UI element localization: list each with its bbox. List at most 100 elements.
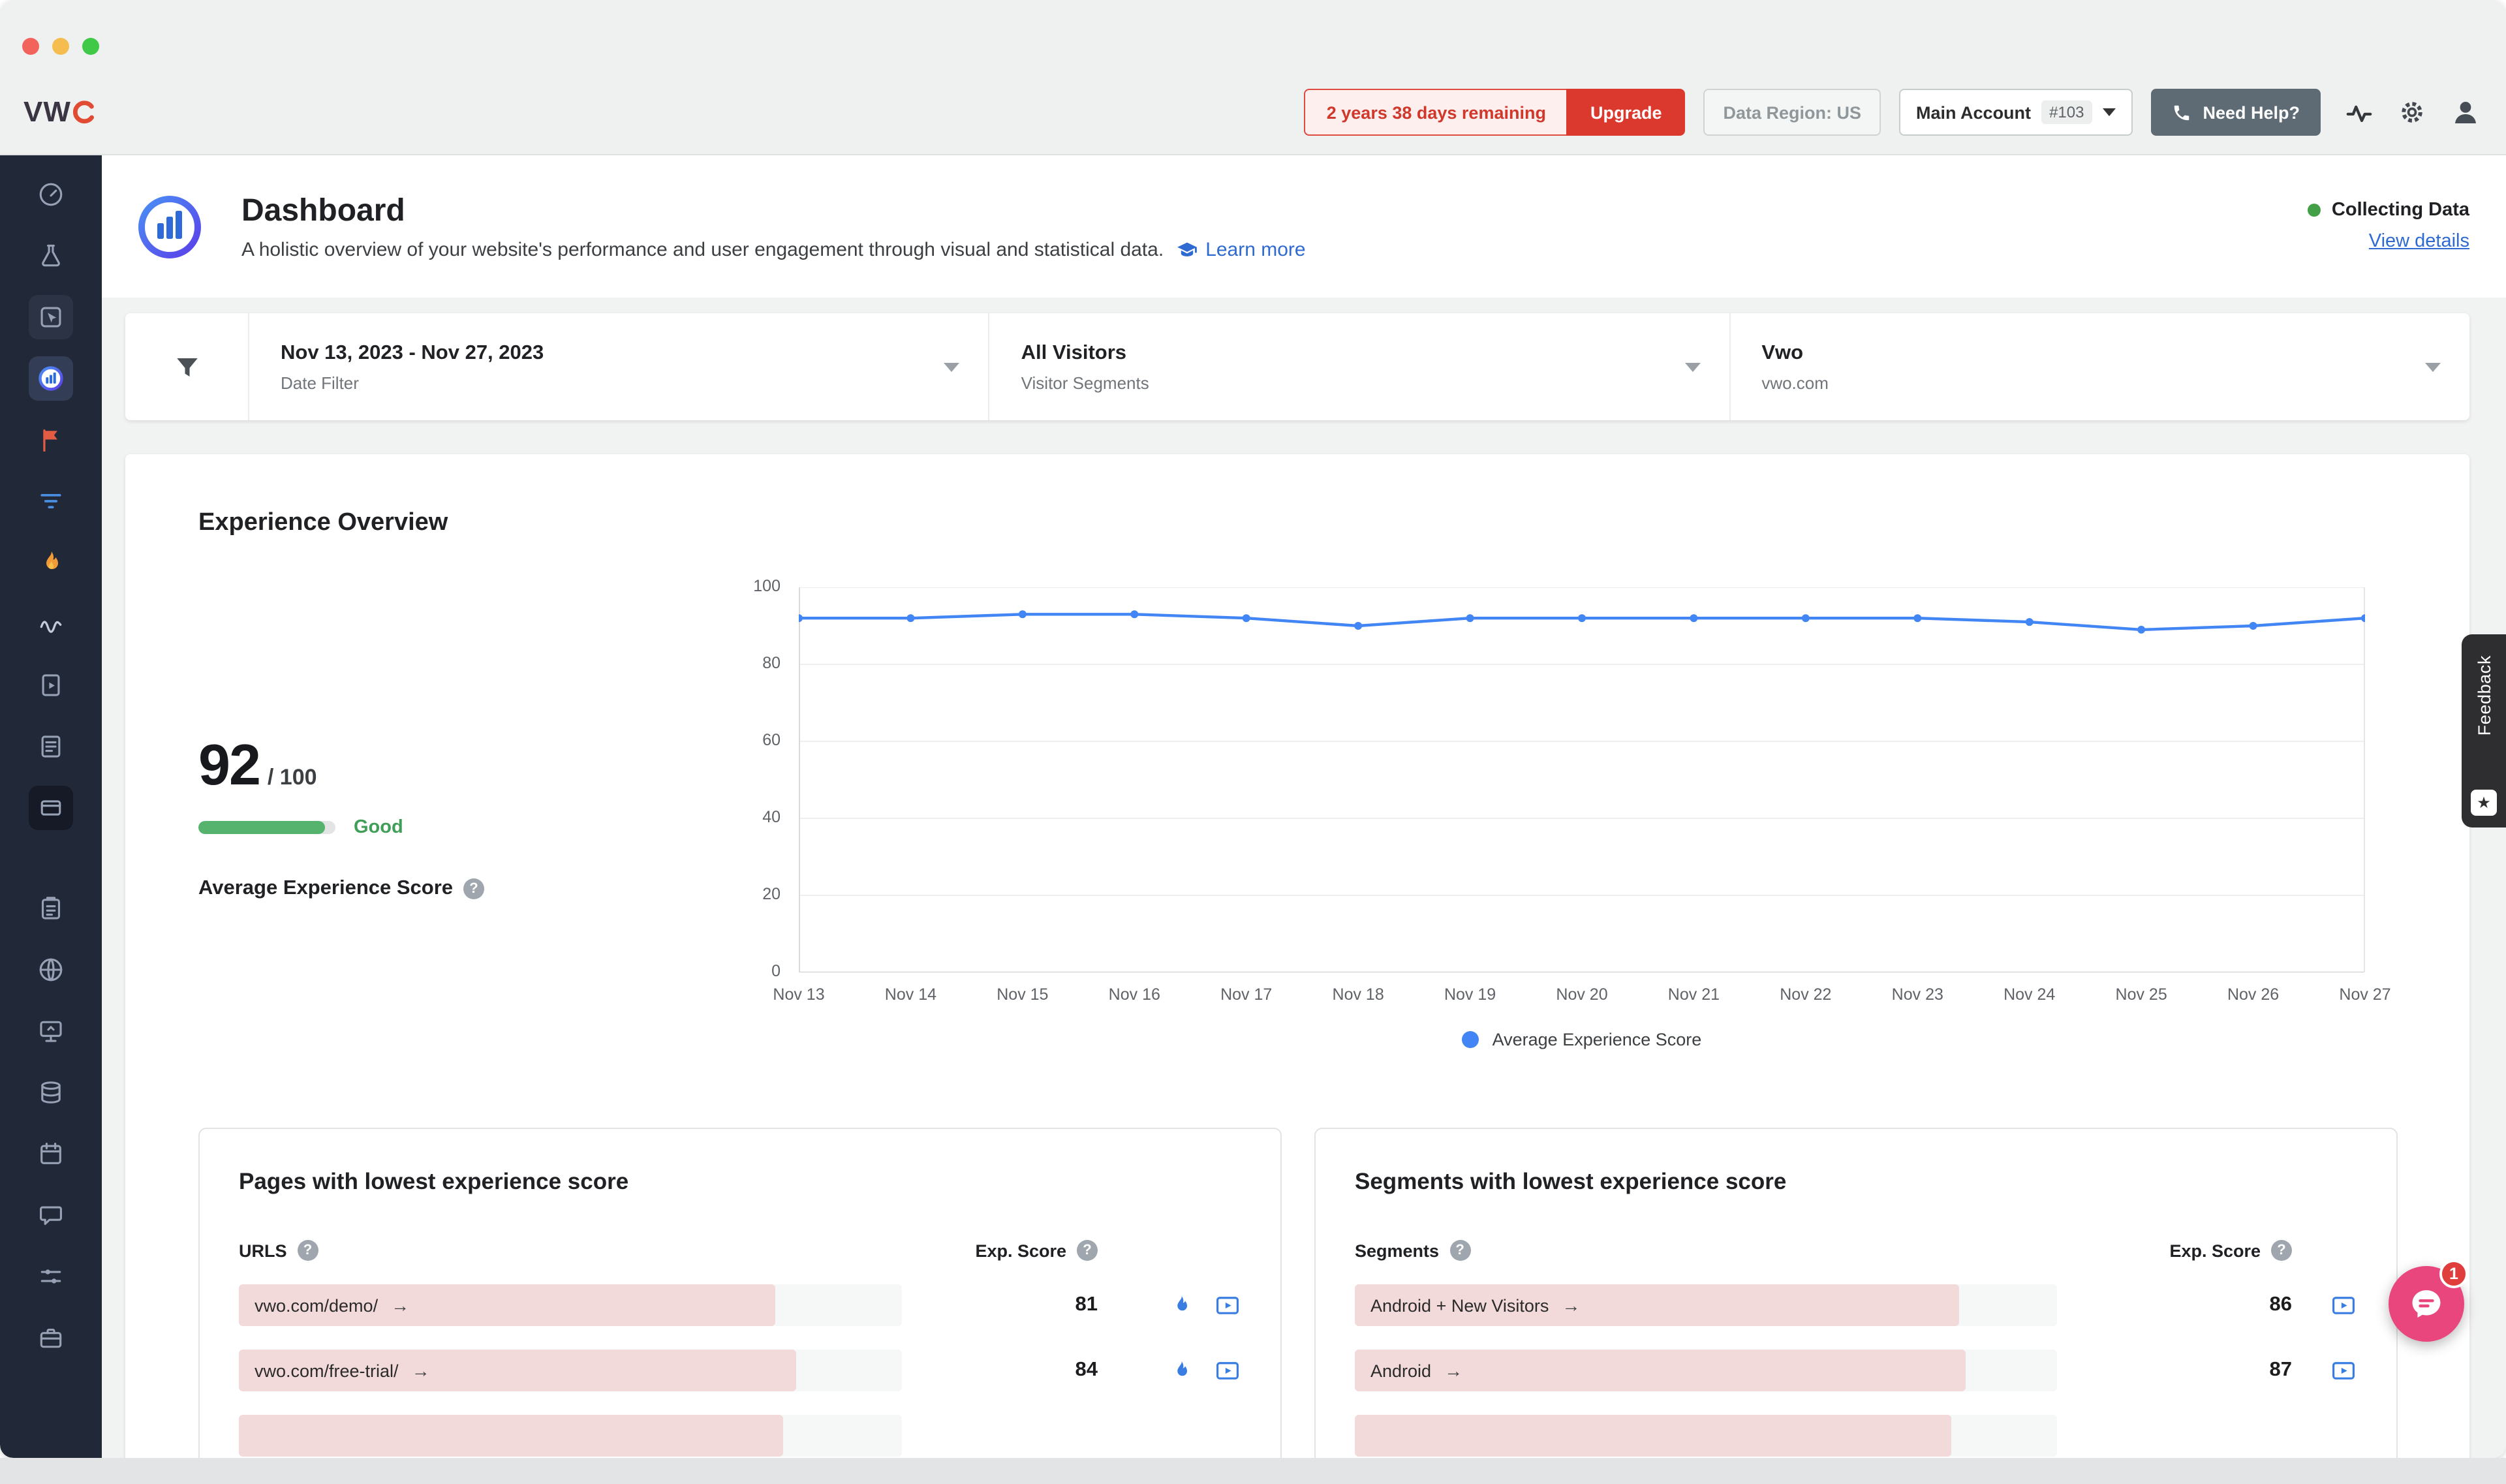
table-header: URLS Exp. Score	[239, 1240, 1241, 1261]
green-status-dot-icon	[2308, 204, 2321, 217]
experience-score-max: / 100	[268, 765, 317, 791]
row-bar[interactable]: Android + New Visitors→	[1355, 1284, 2057, 1326]
card-title: Pages with lowest experience score	[239, 1168, 1241, 1196]
recording-icon[interactable]	[2330, 1357, 2357, 1384]
monitor-upload-icon	[37, 1017, 65, 1045]
need-help-button[interactable]: Need Help?	[2150, 89, 2321, 136]
help-icon[interactable]	[1077, 1240, 1098, 1261]
recording-icon[interactable]	[1214, 1357, 1241, 1384]
app-window: VW 2 years 38 days remaining Upgrade Dat…	[0, 0, 2506, 1458]
website-filter-dropdown[interactable]: Vwo vwo.com	[1730, 313, 2469, 420]
line-chart-plot: 020406080100Nov 13Nov 14Nov 15Nov 16Nov …	[799, 587, 2365, 972]
sidebar-item-surveys[interactable]	[29, 724, 73, 769]
date-filter-label: Date Filter	[281, 373, 931, 392]
sidebar-item-dashboard[interactable]	[29, 356, 73, 401]
sidebar-item-website[interactable]	[29, 948, 73, 992]
row-bar[interactable]	[1355, 1415, 2057, 1457]
vwo-logo[interactable]: VW	[23, 95, 97, 129]
table-header: Segments Exp. Score	[1355, 1240, 2357, 1261]
learn-more-link[interactable]: Learn more	[1175, 238, 1305, 260]
row-bar[interactable]	[239, 1415, 902, 1457]
open-link-arrow-icon[interactable]: →	[412, 1360, 430, 1381]
experience-score-value: 92	[198, 734, 260, 799]
user-avatar-icon[interactable]	[2450, 97, 2481, 128]
row-bar-fill	[1355, 1415, 1952, 1457]
sidebar-item-goals[interactable]	[29, 418, 73, 462]
messenger-icon	[2408, 1286, 2445, 1322]
data-region-chip: Data Region: US	[1704, 89, 1881, 136]
open-link-arrow-icon[interactable]: →	[391, 1295, 409, 1316]
table-row: vwo.com/demo/→81	[239, 1284, 1241, 1326]
sidebar-item-heatmaps[interactable]	[29, 540, 73, 585]
table-row: Android + New Visitors→86	[1355, 1284, 2357, 1326]
x-axis-tick: Nov 27	[2339, 985, 2390, 1004]
heatmap-icon[interactable]	[1169, 1293, 1193, 1317]
help-icon[interactable]	[2271, 1240, 2292, 1261]
help-icon[interactable]	[1449, 1240, 1470, 1261]
chat-bubble-icon	[37, 1201, 65, 1229]
sidebar-item-funnels[interactable]	[29, 479, 73, 523]
sidebar-item-plan[interactable]	[29, 886, 73, 931]
notification-badge: 1	[2439, 1260, 2468, 1288]
table-row: Android→87	[1355, 1350, 2357, 1391]
sidebar-item-deploy[interactable]	[29, 1009, 73, 1053]
view-details-link[interactable]: View details	[2369, 231, 2469, 252]
row-bar[interactable]: vwo.com/free-trial/→	[239, 1350, 902, 1391]
date-filter-value: Nov 13, 2023 - Nov 27, 2023	[281, 341, 931, 365]
minimize-window-button[interactable]	[52, 38, 69, 55]
sidebar-item-forms[interactable]	[29, 663, 73, 707]
globe-icon	[37, 955, 65, 984]
settings-gear-icon[interactable]	[2398, 98, 2426, 127]
sidebar-item-data[interactable]	[29, 1070, 73, 1115]
legend-dot-icon	[1462, 1031, 1479, 1048]
sidebar-item-web-insights[interactable]	[29, 295, 73, 339]
graduation-cap-icon	[1175, 238, 1198, 260]
feedback-tab[interactable]: Feedback	[2462, 634, 2506, 827]
card-title: Segments with lowest experience score	[1355, 1168, 2357, 1196]
sidebar-item-messages[interactable]	[29, 1193, 73, 1237]
segment-filter-dropdown[interactable]: All Visitors Visitor Segments	[990, 313, 1731, 420]
database-icon	[37, 1078, 65, 1107]
chat-launcher-button[interactable]: 1	[2389, 1266, 2464, 1342]
sidebar-item-campaigns[interactable]	[29, 786, 73, 830]
upgrade-button[interactable]: Upgrade	[1567, 89, 1686, 136]
experience-overview-card: Experience Overview 92 / 100 Good	[125, 454, 2469, 1458]
x-axis-tick: Nov 26	[2227, 985, 2279, 1004]
x-axis-tick: Nov 19	[1444, 985, 1496, 1004]
heatmap-icon[interactable]	[1169, 1359, 1193, 1382]
recording-icon[interactable]	[1214, 1291, 1241, 1319]
sidebar-item-workspace[interactable]	[29, 1316, 73, 1360]
sidebar-item-testing[interactable]	[29, 234, 73, 278]
open-link-arrow-icon[interactable]: →	[1562, 1295, 1580, 1316]
row-bar[interactable]: Android→	[1355, 1350, 2057, 1391]
account-dropdown[interactable]: Main Account #103	[1899, 89, 2132, 136]
help-icon[interactable]	[298, 1240, 318, 1261]
y-axis-tick: 100	[728, 577, 781, 595]
y-axis-tick: 0	[728, 962, 781, 980]
y-axis-tick: 80	[728, 654, 781, 672]
sidebar-item-settings[interactable]	[29, 1254, 73, 1299]
window-controls	[22, 38, 99, 55]
experience-score-summary: 92 / 100 Good Average Experience Score	[198, 587, 629, 1049]
help-icon[interactable]	[463, 878, 484, 899]
sidebar-item-overview[interactable]	[29, 172, 73, 217]
open-link-arrow-icon[interactable]: →	[1444, 1360, 1462, 1381]
recording-icon[interactable]	[2330, 1291, 2357, 1319]
close-window-button[interactable]	[22, 38, 39, 55]
row-label: Android→	[1370, 1350, 1462, 1391]
window-bottom-edge	[0, 1458, 2506, 1484]
page-header: Dashboard A holistic overview of your we…	[102, 155, 2506, 298]
speedometer-icon	[37, 180, 65, 209]
x-axis-tick: Nov 20	[1556, 985, 1607, 1004]
funnel-lines-icon	[37, 487, 65, 516]
x-axis-tick: Nov 25	[2116, 985, 2167, 1004]
activity-pulse-icon[interactable]	[2344, 97, 2374, 127]
sidebar-item-calendar[interactable]	[29, 1132, 73, 1176]
zoom-window-button[interactable]	[82, 38, 99, 55]
sidebar-item-recordings[interactable]	[29, 602, 73, 646]
date-filter-dropdown[interactable]: Nov 13, 2023 - Nov 27, 2023 Date Filter	[249, 313, 990, 420]
segments-lowest-score-card: Segments with lowest experience score Se…	[1314, 1128, 2398, 1458]
row-label: vwo.com/demo/→	[255, 1284, 409, 1326]
row-bar[interactable]: vwo.com/demo/→	[239, 1284, 902, 1326]
filter-bar: Nov 13, 2023 - Nov 27, 2023 Date Filter …	[125, 313, 2469, 420]
